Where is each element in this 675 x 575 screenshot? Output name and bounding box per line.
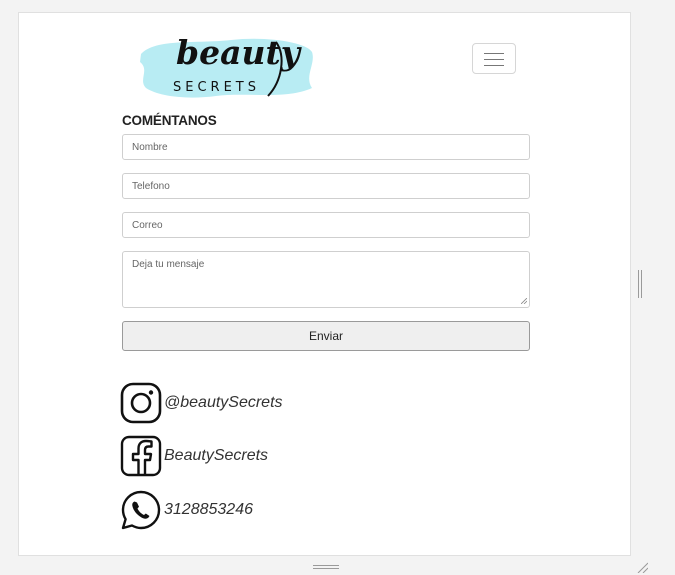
logo-word: beauty <box>176 33 303 72</box>
facebook-icon <box>120 435 162 477</box>
facebook-link[interactable]: BeautySecrets <box>120 434 268 478</box>
logo-sub: SECRETS <box>173 80 260 95</box>
email-input[interactable] <box>122 212 530 238</box>
instagram-icon <box>120 382 162 424</box>
corner-resize-icon[interactable] <box>636 561 648 573</box>
instagram-link[interactable]: @beautySecrets <box>120 381 283 425</box>
whatsapp-number: 3128853246 <box>164 501 253 518</box>
form-title: COMÉNTANOS <box>122 113 217 128</box>
facebook-handle: BeautySecrets <box>164 447 269 464</box>
name-input[interactable] <box>122 134 530 160</box>
vertical-resize-handle[interactable] <box>637 270 643 298</box>
whatsapp-icon <box>121 490 161 530</box>
page-frame: beauty SECRETS COMÉNTANOS Enviar @beauty… <box>18 12 631 556</box>
textarea-resize-icon[interactable] <box>521 298 527 304</box>
hamburger-icon <box>484 53 504 54</box>
horizontal-resize-handle[interactable] <box>313 564 339 570</box>
menu-toggle-button[interactable] <box>472 43 516 74</box>
phone-input[interactable] <box>122 173 530 199</box>
brand-logo[interactable]: beauty SECRETS <box>136 26 316 98</box>
submit-button[interactable]: Enviar <box>122 321 530 351</box>
instagram-handle: @beautySecrets <box>164 394 283 411</box>
whatsapp-link[interactable]: 3128853246 <box>120 488 253 532</box>
message-textarea[interactable] <box>122 251 530 308</box>
